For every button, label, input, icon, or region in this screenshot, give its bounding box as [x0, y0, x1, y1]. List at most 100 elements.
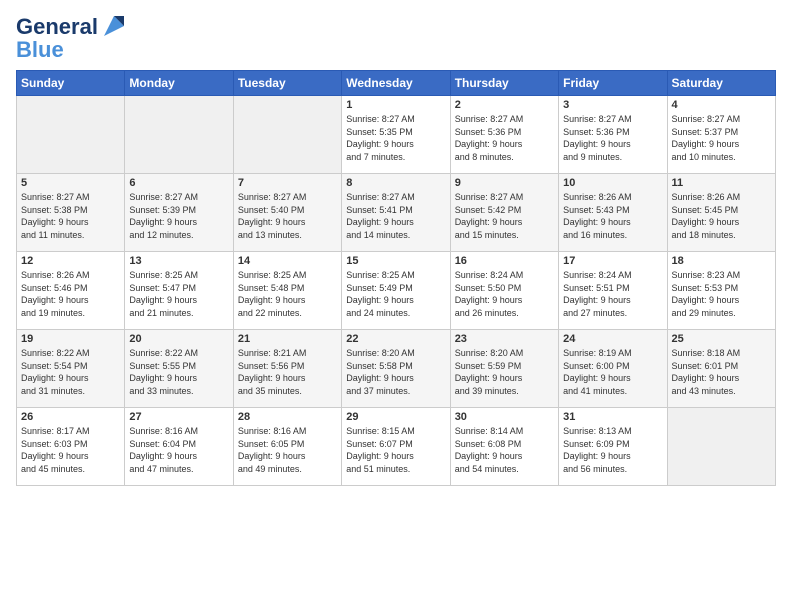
day-info: Sunrise: 8:22 AM Sunset: 5:55 PM Dayligh…: [129, 347, 228, 397]
calendar-cell: 18 Sunrise: 8:23 AM Sunset: 5:53 PM Dayli…: [667, 252, 775, 330]
day-info: Sunrise: 8:16 AM Sunset: 6:05 PM Dayligh…: [238, 425, 337, 475]
day-info: Sunrise: 8:27 AM Sunset: 5:35 PM Dayligh…: [346, 113, 445, 163]
day-info: Sunrise: 8:27 AM Sunset: 5:36 PM Dayligh…: [563, 113, 662, 163]
calendar-cell: 5 Sunrise: 8:27 AM Sunset: 5:38 PM Daylig…: [17, 174, 125, 252]
day-number: 12: [21, 255, 120, 267]
logo-icon: [100, 12, 128, 40]
day-number: 14: [238, 255, 337, 267]
day-number: 21: [238, 333, 337, 345]
day-info: Sunrise: 8:18 AM Sunset: 6:01 PM Dayligh…: [672, 347, 771, 397]
calendar-cell: 15 Sunrise: 8:25 AM Sunset: 5:49 PM Dayli…: [342, 252, 450, 330]
day-info: Sunrise: 8:26 AM Sunset: 5:45 PM Dayligh…: [672, 191, 771, 241]
calendar-cell: 3 Sunrise: 8:27 AM Sunset: 5:36 PM Daylig…: [559, 96, 667, 174]
calendar-cell: 31Sunrise: 8:13 AM Sunset: 6:09 PM Dayli…: [559, 408, 667, 486]
day-number: 30: [455, 411, 554, 423]
calendar-cell: 9 Sunrise: 8:27 AM Sunset: 5:42 PM Daylig…: [450, 174, 558, 252]
day-info: Sunrise: 8:27 AM Sunset: 5:42 PM Dayligh…: [455, 191, 554, 241]
day-number: 5: [21, 177, 120, 189]
day-info: Sunrise: 8:25 AM Sunset: 5:49 PM Dayligh…: [346, 269, 445, 319]
day-info: Sunrise: 8:22 AM Sunset: 5:54 PM Dayligh…: [21, 347, 120, 397]
day-info: Sunrise: 8:21 AM Sunset: 5:56 PM Dayligh…: [238, 347, 337, 397]
day-info: Sunrise: 8:25 AM Sunset: 5:47 PM Dayligh…: [129, 269, 228, 319]
calendar-cell: 28 Sunrise: 8:16 AM Sunset: 6:05 PM Dayli…: [233, 408, 341, 486]
logo: General Blue: [16, 12, 128, 62]
calendar-cell: 30 Sunrise: 8:14 AM Sunset: 6:08 PM Dayli…: [450, 408, 558, 486]
weekday-header-wednesday: Wednesday: [342, 71, 450, 96]
day-number: 4: [672, 99, 771, 111]
calendar-cell: 8 Sunrise: 8:27 AM Sunset: 5:41 PM Daylig…: [342, 174, 450, 252]
calendar-cell: [667, 408, 775, 486]
day-number: 26: [21, 411, 120, 423]
day-info: Sunrise: 8:15 AM Sunset: 6:07 PM Dayligh…: [346, 425, 445, 475]
day-number: 17: [563, 255, 662, 267]
weekday-header-friday: Friday: [559, 71, 667, 96]
calendar-cell: 16Sunrise: 8:24 AM Sunset: 5:50 PM Dayli…: [450, 252, 558, 330]
day-number: 13: [129, 255, 228, 267]
day-info: Sunrise: 8:27 AM Sunset: 5:36 PM Dayligh…: [455, 113, 554, 163]
day-info: Sunrise: 8:19 AM Sunset: 6:00 PM Dayligh…: [563, 347, 662, 397]
calendar-cell: 27 Sunrise: 8:16 AM Sunset: 6:04 PM Dayli…: [125, 408, 233, 486]
calendar-cell: 13 Sunrise: 8:25 AM Sunset: 5:47 PM Dayli…: [125, 252, 233, 330]
calendar-table: SundayMondayTuesdayWednesdayThursdayFrid…: [16, 70, 776, 486]
calendar-cell: 4 Sunrise: 8:27 AM Sunset: 5:37 PM Daylig…: [667, 96, 775, 174]
calendar-cell: [17, 96, 125, 174]
day-info: Sunrise: 8:16 AM Sunset: 6:04 PM Dayligh…: [129, 425, 228, 475]
day-number: 28: [238, 411, 337, 423]
calendar-cell: 26 Sunrise: 8:17 AM Sunset: 6:03 PM Dayli…: [17, 408, 125, 486]
day-info: Sunrise: 8:27 AM Sunset: 5:39 PM Dayligh…: [129, 191, 228, 241]
day-number: 22: [346, 333, 445, 345]
day-number: 6: [129, 177, 228, 189]
calendar-cell: [125, 96, 233, 174]
calendar-cell: 12 Sunrise: 8:26 AM Sunset: 5:46 PM Dayli…: [17, 252, 125, 330]
calendar-cell: 1Sunrise: 8:27 AM Sunset: 5:35 PM Daylig…: [342, 96, 450, 174]
weekday-header-monday: Monday: [125, 71, 233, 96]
day-number: 25: [672, 333, 771, 345]
day-info: Sunrise: 8:27 AM Sunset: 5:41 PM Dayligh…: [346, 191, 445, 241]
day-info: Sunrise: 8:27 AM Sunset: 5:40 PM Dayligh…: [238, 191, 337, 241]
calendar-cell: 7 Sunrise: 8:27 AM Sunset: 5:40 PM Daylig…: [233, 174, 341, 252]
day-info: Sunrise: 8:23 AM Sunset: 5:53 PM Dayligh…: [672, 269, 771, 319]
logo-text: General: [16, 15, 98, 39]
day-number: 18: [672, 255, 771, 267]
day-number: 2: [455, 99, 554, 111]
week-row-1: 1Sunrise: 8:27 AM Sunset: 5:35 PM Daylig…: [17, 96, 776, 174]
day-info: Sunrise: 8:17 AM Sunset: 6:03 PM Dayligh…: [21, 425, 120, 475]
calendar-cell: 24Sunrise: 8:19 AM Sunset: 6:00 PM Dayli…: [559, 330, 667, 408]
day-info: Sunrise: 8:25 AM Sunset: 5:48 PM Dayligh…: [238, 269, 337, 319]
logo-text2: Blue: [16, 38, 64, 62]
weekday-header-thursday: Thursday: [450, 71, 558, 96]
day-number: 31: [563, 411, 662, 423]
calendar-cell: 23Sunrise: 8:20 AM Sunset: 5:59 PM Dayli…: [450, 330, 558, 408]
day-number: 11: [672, 177, 771, 189]
week-row-3: 12 Sunrise: 8:26 AM Sunset: 5:46 PM Dayli…: [17, 252, 776, 330]
day-number: 7: [238, 177, 337, 189]
weekday-header-row: SundayMondayTuesdayWednesdayThursdayFrid…: [17, 71, 776, 96]
day-number: 29: [346, 411, 445, 423]
calendar-cell: 29 Sunrise: 8:15 AM Sunset: 6:07 PM Dayli…: [342, 408, 450, 486]
day-number: 3: [563, 99, 662, 111]
day-number: 20: [129, 333, 228, 345]
calendar-cell: 25 Sunrise: 8:18 AM Sunset: 6:01 PM Dayli…: [667, 330, 775, 408]
weekday-header-tuesday: Tuesday: [233, 71, 341, 96]
day-number: 8: [346, 177, 445, 189]
day-number: 9: [455, 177, 554, 189]
calendar-cell: 10Sunrise: 8:26 AM Sunset: 5:43 PM Dayli…: [559, 174, 667, 252]
day-info: Sunrise: 8:26 AM Sunset: 5:43 PM Dayligh…: [563, 191, 662, 241]
day-info: Sunrise: 8:27 AM Sunset: 5:38 PM Dayligh…: [21, 191, 120, 241]
day-number: 15: [346, 255, 445, 267]
header: General Blue: [16, 12, 776, 62]
calendar-cell: 19 Sunrise: 8:22 AM Sunset: 5:54 PM Dayli…: [17, 330, 125, 408]
calendar-cell: [233, 96, 341, 174]
day-number: 27: [129, 411, 228, 423]
calendar-cell: 14 Sunrise: 8:25 AM Sunset: 5:48 PM Dayli…: [233, 252, 341, 330]
day-number: 23: [455, 333, 554, 345]
calendar-cell: 20 Sunrise: 8:22 AM Sunset: 5:55 PM Dayli…: [125, 330, 233, 408]
page-container: General Blue SundayMondayTuesdayWednesda…: [0, 0, 792, 494]
day-info: Sunrise: 8:27 AM Sunset: 5:37 PM Dayligh…: [672, 113, 771, 163]
day-number: 19: [21, 333, 120, 345]
week-row-2: 5 Sunrise: 8:27 AM Sunset: 5:38 PM Daylig…: [17, 174, 776, 252]
day-info: Sunrise: 8:14 AM Sunset: 6:08 PM Dayligh…: [455, 425, 554, 475]
calendar-cell: 21 Sunrise: 8:21 AM Sunset: 5:56 PM Dayli…: [233, 330, 341, 408]
calendar-cell: 22Sunrise: 8:20 AM Sunset: 5:58 PM Dayli…: [342, 330, 450, 408]
day-info: Sunrise: 8:26 AM Sunset: 5:46 PM Dayligh…: [21, 269, 120, 319]
